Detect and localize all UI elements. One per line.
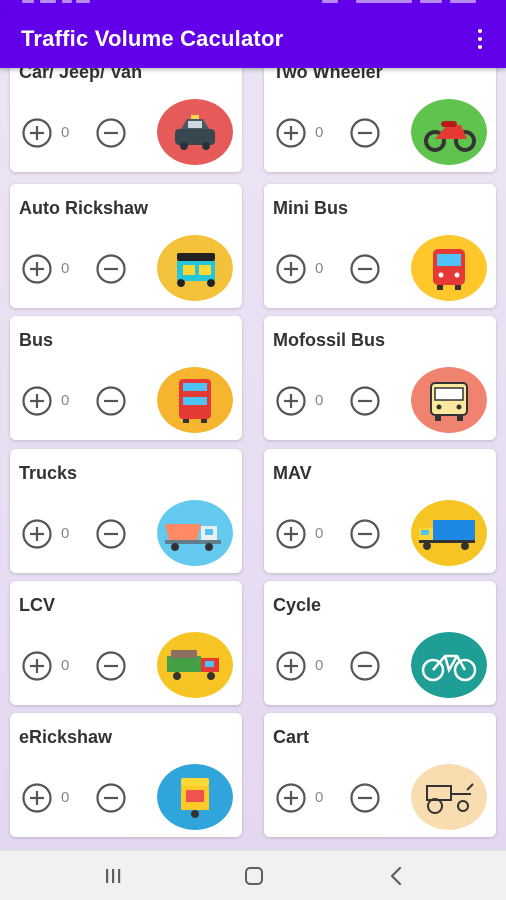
vehicle-count: 0 (315, 657, 324, 674)
app-title: Traffic Volume Caculator (21, 26, 284, 51)
vehicle-count: 0 (61, 392, 70, 409)
double-decker-bus-icon (157, 367, 233, 433)
home-icon[interactable] (239, 865, 269, 887)
add-icon[interactable] (275, 650, 307, 682)
add-icon[interactable] (275, 782, 307, 814)
vehicle-count: 0 (315, 525, 324, 542)
e-rickshaw-icon (157, 764, 233, 830)
vehicle-card-bus: Bus 0 (10, 316, 242, 440)
auto-rickshaw-icon (157, 235, 233, 301)
vehicle-card-trucks: Trucks 0 (10, 449, 242, 573)
vehicle-name: Car/ Jeep/ Van (19, 68, 143, 82)
remove-icon[interactable] (95, 782, 127, 814)
vehicle-name: Mini Bus (273, 198, 348, 218)
vehicle-card-car-jeep-van: Car/ Jeep/ Van 0 (10, 68, 242, 172)
vehicle-count: 0 (61, 525, 70, 542)
car-icon (157, 99, 233, 165)
add-icon[interactable] (21, 253, 53, 285)
vehicle-name: Mofossil Bus (273, 330, 386, 350)
vehicle-count: 0 (315, 789, 324, 806)
back-icon[interactable] (382, 865, 412, 887)
remove-icon[interactable] (95, 518, 127, 550)
remove-icon[interactable] (95, 650, 127, 682)
vehicle-name: Auto Rickshaw (19, 198, 149, 218)
app-bar: Traffic Volume Caculator (0, 12, 506, 68)
add-icon[interactable] (21, 385, 53, 417)
status-bar (0, 0, 506, 12)
system-nav-bar (0, 850, 506, 900)
vehicle-count: 0 (61, 657, 70, 674)
remove-icon[interactable] (349, 253, 381, 285)
vehicle-name: Trucks (19, 463, 78, 483)
add-icon[interactable] (275, 253, 307, 285)
vehicle-grid[interactable]: Car/ Jeep/ Van 0 Two Wheeler 0 Auto Rickshaw… (0, 68, 506, 850)
add-icon[interactable] (21, 782, 53, 814)
vehicle-count: 0 (61, 260, 70, 277)
add-icon[interactable] (275, 385, 307, 417)
remove-icon[interactable] (95, 385, 127, 417)
vehicle-name: Two Wheeler (273, 68, 383, 82)
vehicle-count: 0 (315, 260, 324, 277)
vehicle-count: 0 (315, 124, 324, 141)
vehicle-name: Cart (273, 727, 310, 747)
remove-icon[interactable] (349, 518, 381, 550)
remove-icon[interactable] (95, 117, 127, 149)
recents-icon[interactable] (98, 865, 128, 887)
vehicle-card-mini-bus: Mini Bus 0 (264, 184, 496, 308)
vehicle-card-mofossil-bus: Mofossil Bus 0 (264, 316, 496, 440)
remove-icon[interactable] (349, 650, 381, 682)
remove-icon[interactable] (349, 782, 381, 814)
remove-icon[interactable] (349, 117, 381, 149)
vehicle-name: eRickshaw (19, 727, 113, 747)
add-icon[interactable] (21, 518, 53, 550)
remove-icon[interactable] (349, 385, 381, 417)
vehicle-card-erickshaw: eRickshaw 0 (10, 713, 242, 837)
vehicle-card-auto-rickshaw: Auto Rickshaw 0 (10, 184, 242, 308)
horse-cart-icon (411, 764, 487, 830)
bicycle-icon (411, 632, 487, 698)
more-vert-icon[interactable] (474, 29, 486, 51)
vehicle-name: Cycle (273, 595, 322, 615)
vehicle-name: LCV (19, 595, 55, 615)
mini-bus-icon (411, 235, 487, 301)
vehicle-card-lcv: LCV 0 (10, 581, 242, 705)
add-icon[interactable] (275, 518, 307, 550)
vehicle-card-cycle: Cycle 0 (264, 581, 496, 705)
vehicle-name: Bus (19, 330, 54, 350)
add-icon[interactable] (275, 117, 307, 149)
container-truck-icon (411, 500, 487, 566)
bus-icon (411, 367, 487, 433)
vehicle-count: 0 (315, 392, 324, 409)
motorcycle-icon (411, 99, 487, 165)
vehicle-card-mav: MAV 0 (264, 449, 496, 573)
vehicle-count: 0 (61, 789, 70, 806)
light-truck-icon (157, 632, 233, 698)
vehicle-name: MAV (273, 463, 312, 483)
dump-truck-icon (157, 500, 233, 566)
add-icon[interactable] (21, 650, 53, 682)
vehicle-card-two-wheeler: Two Wheeler 0 (264, 68, 496, 172)
vehicle-count: 0 (61, 124, 70, 141)
remove-icon[interactable] (95, 253, 127, 285)
vehicle-card-cart: Cart 0 (264, 713, 496, 837)
add-icon[interactable] (21, 117, 53, 149)
